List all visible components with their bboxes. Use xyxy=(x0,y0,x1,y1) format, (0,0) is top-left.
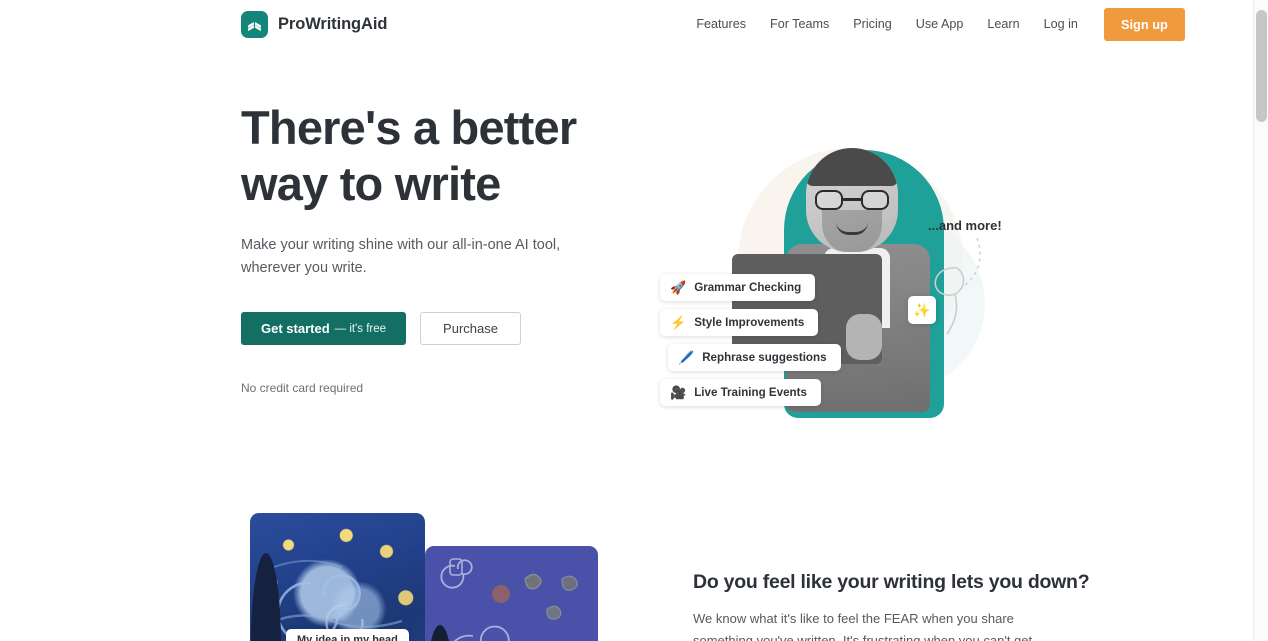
sketch-swirls xyxy=(440,558,578,641)
site-header: ProWritingAid Features For Teams Pricing… xyxy=(0,0,1253,48)
feature-chip-live-training-events: 🎥 Live Training Events xyxy=(660,379,821,406)
balloon-doodle-icon xyxy=(934,237,981,335)
lower-section-title: Do you feel like your writing lets you d… xyxy=(693,571,1090,593)
nav-item-use-app[interactable]: Use App xyxy=(904,11,976,37)
feature-chip-label: Live Training Events xyxy=(694,386,807,399)
feature-chip-style-improvements: ⚡ Style Improvements xyxy=(660,309,819,336)
brand-name: ProWritingAid xyxy=(278,14,388,33)
starry-night-image xyxy=(250,513,425,641)
hero-illustration: 🚀 Grammar Checking ⚡ Style Improvements … xyxy=(660,86,1020,431)
and-more-label: ...and more! xyxy=(928,218,1002,233)
person-hand xyxy=(846,314,882,360)
nav-item-features[interactable]: Features xyxy=(684,11,758,37)
hero-section: There's a better way to write Make your … xyxy=(0,48,1253,418)
book-pages-icon xyxy=(241,10,268,38)
feature-chip-rephrase-suggestions: 🖊️ Rephrase suggestions xyxy=(668,344,841,371)
glasses-icon xyxy=(815,190,889,210)
lightning-icon: ⚡ xyxy=(670,315,687,330)
video-camera-icon: 🎥 xyxy=(670,385,687,400)
brand-logo-link[interactable]: ProWritingAid xyxy=(241,10,388,38)
nav-item-for-teams[interactable]: For Teams xyxy=(758,11,841,37)
hero-subtitle: Make your writing shine with our all-in-… xyxy=(241,237,561,276)
feature-chip-label: Rephrase suggestions xyxy=(702,351,827,364)
get-started-free-note: — it's free xyxy=(334,322,387,335)
sign-up-button[interactable]: Sign up xyxy=(1103,7,1185,41)
lower-section: My idea in my head Do you feel like your… xyxy=(0,513,1253,641)
hero-cta-row: Get started — it's free Purchase xyxy=(241,312,641,345)
hero-title: There's a better way to write xyxy=(241,101,577,210)
pen-icon: 🖊️ xyxy=(678,350,695,365)
hero-copy: There's a better way to write Make your … xyxy=(241,100,641,395)
scrollbar-thumb[interactable] xyxy=(1256,10,1267,122)
nav-item-log-in[interactable]: Log in xyxy=(1032,11,1090,37)
nav-item-learn[interactable]: Learn xyxy=(975,11,1031,37)
get-started-button[interactable]: Get started — it's free xyxy=(241,312,407,345)
feature-chip-label: Style Improvements xyxy=(694,316,805,329)
page-scrollbar[interactable] xyxy=(1253,0,1268,641)
rocket-icon: 🚀 xyxy=(670,280,687,295)
page-root: ProWritingAid Features For Teams Pricing… xyxy=(0,0,1253,641)
feature-chip-grammar-checking: 🚀 Grammar Checking xyxy=(660,274,816,301)
feature-chip-label: Grammar Checking xyxy=(694,281,802,294)
sparkles-icon: ✨ xyxy=(908,296,936,324)
main-navigation: Features For Teams Pricing Use App Learn… xyxy=(684,7,1185,41)
nav-item-pricing[interactable]: Pricing xyxy=(841,11,904,37)
person-hair xyxy=(806,148,898,186)
lower-copy: Do you feel like your writing lets you d… xyxy=(693,513,1090,641)
feature-chip-list: 🚀 Grammar Checking ⚡ Style Improvements … xyxy=(660,274,841,406)
get-started-label: Get started xyxy=(261,321,330,336)
lower-section-body: We know what it's like to feel the FEAR … xyxy=(693,611,1033,641)
sketch-painting-image xyxy=(425,546,598,641)
person-head xyxy=(806,148,898,252)
lower-illustration: My idea in my head xyxy=(241,513,641,641)
image-tooltip: My idea in my head xyxy=(286,629,409,641)
purchase-button[interactable]: Purchase xyxy=(420,312,521,345)
no-credit-card-note: No credit card required xyxy=(241,381,364,395)
